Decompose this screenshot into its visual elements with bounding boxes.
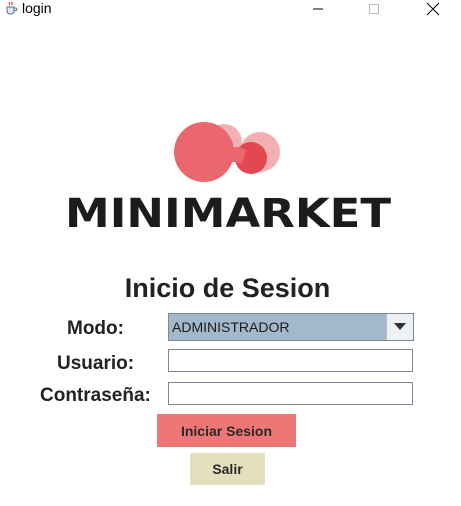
user-input[interactable]	[168, 349, 413, 372]
login-button[interactable]: Iniciar Sesion	[157, 414, 296, 447]
minimize-button[interactable]	[298, 0, 338, 17]
java-cup-icon	[4, 1, 18, 15]
user-label: Usuario:	[57, 353, 135, 374]
close-icon	[426, 2, 440, 15]
maximize-icon	[369, 3, 379, 14]
password-input[interactable]	[168, 382, 413, 405]
mode-select[interactable]: ADMINISTRADOR	[168, 313, 414, 341]
exit-button[interactable]: Salir	[190, 453, 265, 485]
mode-select-value: ADMINISTRADOR	[172, 319, 290, 335]
window-title: login	[22, 0, 52, 16]
page-title: Inicio de Sesion	[124, 273, 331, 303]
chevron-down-icon[interactable]	[386, 314, 413, 340]
minimize-icon	[313, 8, 323, 9]
mode-label: Modo:	[67, 318, 124, 339]
logo-mark	[168, 120, 286, 182]
close-button[interactable]	[413, 0, 453, 17]
logo-text: MINIMARKET	[65, 191, 392, 234]
title-bar: login	[0, 0, 461, 18]
logo-wordmark: MINIMARKET	[65, 191, 392, 234]
password-label: Contraseña:	[40, 385, 151, 406]
maximize-button[interactable]	[354, 0, 394, 17]
